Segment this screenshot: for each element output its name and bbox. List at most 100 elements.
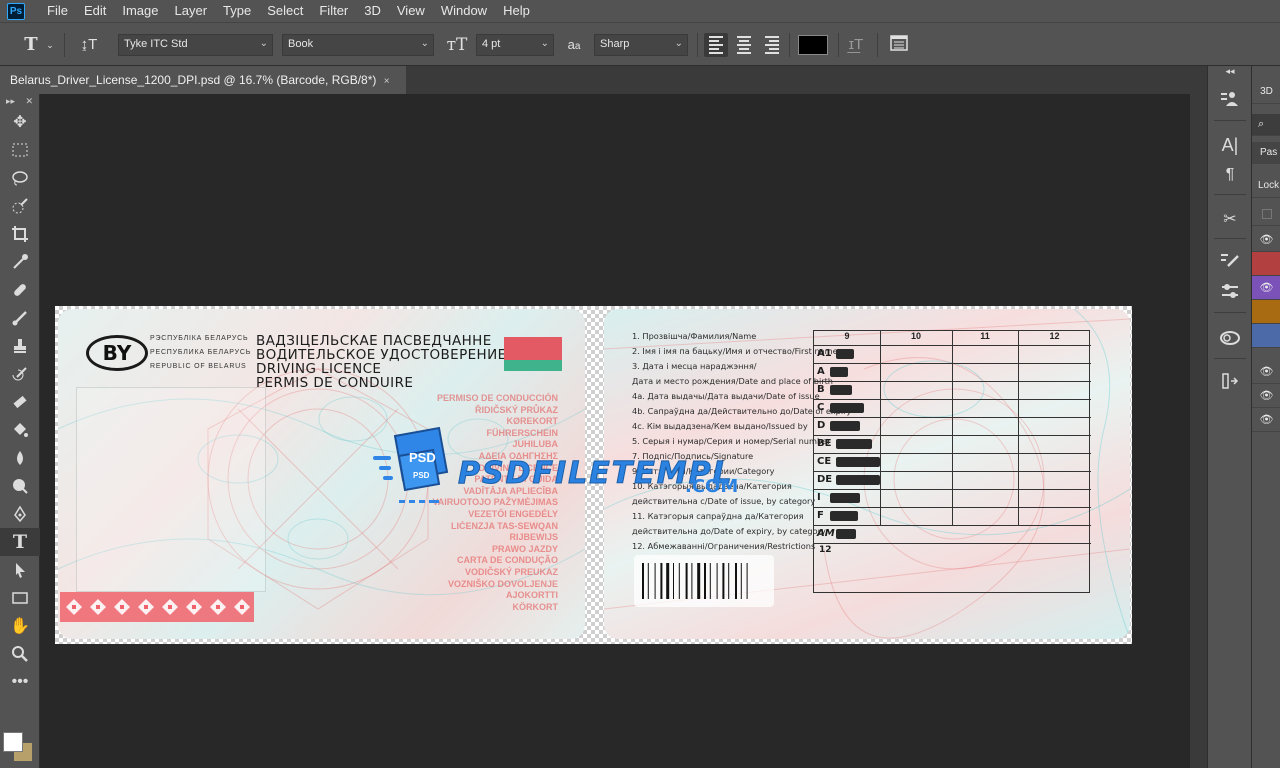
category-label: A1: [817, 348, 832, 359]
font-family-select[interactable]: Tyke ITC Std ⌄: [118, 34, 273, 56]
blend-mode-select[interactable]: Pas: [1252, 142, 1280, 164]
watermark-suffix: .COM: [685, 476, 739, 497]
menu-file[interactable]: File: [39, 0, 76, 22]
watermark-badge-text-small: PSD: [413, 471, 430, 480]
rectangle-tool-icon[interactable]: [0, 584, 40, 612]
history-brush-tool-icon[interactable]: [0, 360, 40, 388]
menu-type[interactable]: Type: [215, 0, 259, 22]
text-color-swatch[interactable]: [798, 35, 828, 55]
table-row-divider: [814, 345, 1091, 346]
tool-presets-icon[interactable]: ✂: [1208, 206, 1252, 232]
character-panel-toggle-icon[interactable]: [886, 34, 912, 56]
close-icon[interactable]: ✕: [25, 96, 33, 107]
licence-translation: KÖRKORT: [512, 601, 559, 612]
licence-translation: AJOKORTTI: [505, 590, 558, 601]
paragraph-panel-icon[interactable]: ¶: [1208, 162, 1252, 188]
layer-group-red[interactable]: [1252, 252, 1280, 276]
type-tool-preset-icon[interactable]: T: [18, 34, 44, 56]
licence-translation: LIĊENZJA TAS-SEWQAN: [451, 520, 558, 531]
menu-filter[interactable]: Filter: [311, 0, 356, 22]
brush-settings-icon[interactable]: [1208, 248, 1252, 274]
close-icon[interactable]: ×: [384, 76, 390, 87]
marquee-tool-icon[interactable]: [0, 136, 40, 164]
more-tools-icon[interactable]: •••: [0, 668, 40, 696]
menu-layer[interactable]: Layer: [167, 0, 216, 22]
menu-select[interactable]: Select: [259, 0, 311, 22]
chevron-down-icon: ⌄: [259, 38, 268, 49]
menu-edit[interactable]: Edit: [76, 0, 114, 22]
brush-tool-icon[interactable]: [0, 304, 40, 332]
field-3-cont: Дата и место рождения/Date and place of …: [632, 376, 834, 386]
table-divider: [952, 331, 953, 525]
character-panel-icon[interactable]: A|: [1208, 132, 1252, 158]
category-label: AM: [817, 528, 835, 539]
field-2: 2. Імя і імя па бацьку/Имя и отчество/Fi…: [632, 346, 838, 356]
divider: [838, 33, 839, 57]
barcode-bar: [647, 563, 649, 599]
zoom-tool-icon[interactable]: [0, 640, 40, 668]
chevron-down-icon: ⌄: [420, 38, 429, 49]
antialias-select[interactable]: Sharp ⌄: [594, 34, 688, 56]
eye-icon[interactable]: 👁: [1252, 408, 1280, 432]
barcode-bar: [709, 563, 711, 599]
color-swatches[interactable]: [3, 732, 37, 764]
clone-stamp-tool-icon[interactable]: [0, 332, 40, 360]
libraries-panel-icon[interactable]: [1208, 324, 1252, 350]
divider: [877, 33, 878, 57]
layer-group-blue[interactable]: [1252, 324, 1280, 348]
move-tool-icon[interactable]: ✥: [0, 108, 40, 136]
eye-icon[interactable]: 👁: [1252, 384, 1280, 408]
font-size-select[interactable]: 4 pt ⌄: [476, 34, 554, 56]
document-canvas[interactable]: BY РЭСПУБЛІКА БЕЛАРУСЬ РЕСПУБЛИКА БЕЛАРУ…: [55, 306, 1132, 644]
foreground-color-swatch[interactable]: [3, 732, 23, 752]
menu-window[interactable]: Window: [433, 0, 495, 22]
barcode-bar: [704, 563, 706, 599]
vertical-scrollbar[interactable]: [1190, 94, 1207, 768]
chevron-down-icon: ⌄: [540, 38, 549, 49]
eye-icon[interactable]: 👁: [1252, 360, 1280, 384]
history-panel-icon[interactable]: [1208, 368, 1252, 394]
blur-tool-icon[interactable]: [0, 444, 40, 472]
align-center-button[interactable]: [732, 33, 756, 57]
menu-view[interactable]: View: [389, 0, 433, 22]
eyedropper-tool-icon[interactable]: [0, 248, 40, 276]
menu-3d[interactable]: 3D: [356, 0, 389, 22]
dodge-tool-icon[interactable]: [0, 472, 40, 500]
type-tool-icon[interactable]: T: [0, 528, 40, 556]
lasso-tool-icon[interactable]: [0, 164, 40, 192]
chevron-down-icon[interactable]: ⌄: [44, 34, 56, 56]
layer-visibility-empty[interactable]: [1252, 202, 1280, 226]
eraser-tool-icon[interactable]: [0, 388, 40, 416]
align-right-button[interactable]: [760, 33, 784, 57]
paint-bucket-tool-icon[interactable]: [0, 416, 40, 444]
barcode-bar: [746, 563, 748, 599]
hand-tool-icon[interactable]: ✋: [0, 612, 40, 640]
table-header: 11: [980, 331, 990, 341]
path-selection-tool-icon[interactable]: [0, 556, 40, 584]
menu-help[interactable]: Help: [495, 0, 538, 22]
layer-search-icon[interactable]: ⌕: [1252, 114, 1280, 136]
collapse-icon[interactable]: ▸▸: [6, 96, 15, 107]
licence-translation: VOZNIŠKO DOVOLJENJE: [447, 578, 558, 589]
warp-text-icon[interactable]: ɪ͟T: [844, 34, 868, 56]
orientation-toggle-icon[interactable]: ↨T: [76, 34, 102, 56]
properties-panel-icon[interactable]: [1208, 86, 1252, 112]
crop-tool-icon[interactable]: [0, 220, 40, 248]
category-label: BE: [817, 438, 832, 449]
eye-icon[interactable]: 👁: [1252, 276, 1280, 300]
layer-group-orange[interactable]: [1252, 300, 1280, 324]
document-tab[interactable]: Belarus_Driver_License_1200_DPI.psd @ 16…: [0, 66, 406, 94]
antialias-icon: aa: [567, 37, 581, 52]
eye-icon[interactable]: 👁: [1252, 228, 1280, 252]
collapse-panels-icon[interactable]: ◂◂: [1208, 66, 1252, 76]
font-style-select[interactable]: Book ⌄: [282, 34, 434, 56]
menu-image[interactable]: Image: [114, 0, 166, 22]
category-label: DE: [817, 474, 833, 485]
pen-tool-icon[interactable]: [0, 500, 40, 528]
align-left-button[interactable]: [704, 33, 728, 57]
3d-panel-tab[interactable]: 3D: [1252, 80, 1280, 104]
adjustments-panel-icon[interactable]: [1208, 278, 1252, 304]
quick-selection-tool-icon[interactable]: [0, 192, 40, 220]
divider: [789, 33, 790, 57]
healing-brush-tool-icon[interactable]: [0, 276, 40, 304]
